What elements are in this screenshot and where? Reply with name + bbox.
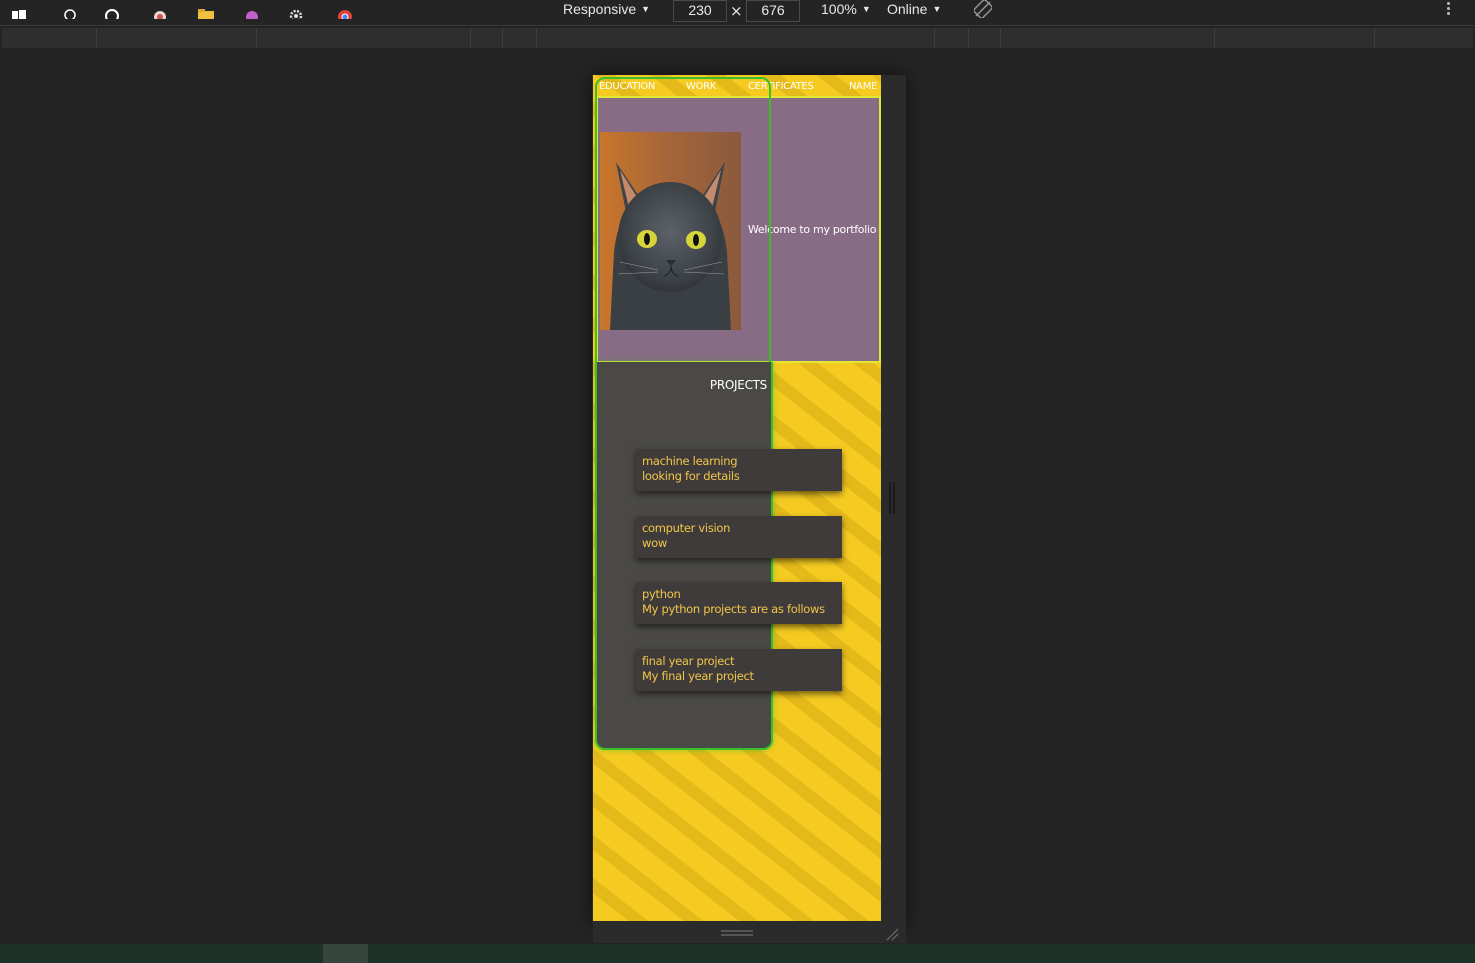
settings-gear-icon[interactable] xyxy=(287,8,305,19)
resize-corner-icon[interactable] xyxy=(885,927,899,941)
media-query-bar xyxy=(2,28,1473,48)
taskbar-active-highlight xyxy=(323,944,368,963)
os-taskbar xyxy=(0,944,1475,963)
devtools-device-toolbar: Responsive ▼ 230 × 676 100% ▼ Online ▼ xyxy=(0,0,1475,26)
viewport-width-input[interactable]: 230 xyxy=(673,0,727,22)
cortana-icon[interactable] xyxy=(103,8,121,19)
media-query-segment[interactable] xyxy=(1001,28,1215,48)
media-query-segment[interactable] xyxy=(1375,28,1473,48)
app-icon[interactable] xyxy=(243,8,261,19)
project-card[interactable]: computer vision wow xyxy=(636,516,842,558)
project-card-title: computer vision xyxy=(642,521,731,535)
project-card-desc: My final year project xyxy=(642,669,754,683)
project-card-desc: wow xyxy=(642,536,667,550)
dimension-separator: × xyxy=(730,2,743,20)
windows-start-icon[interactable] xyxy=(10,8,28,19)
device-select-label: Responsive xyxy=(563,1,637,17)
media-query-segment[interactable] xyxy=(969,28,1001,48)
project-card[interactable]: final year project My final year project xyxy=(636,649,842,691)
media-query-segment[interactable] xyxy=(2,28,97,48)
more-options-icon[interactable] xyxy=(1444,0,1452,18)
search-icon[interactable] xyxy=(61,8,79,19)
project-card[interactable]: machine learning looking for details xyxy=(636,449,842,491)
chevron-down-icon: ▼ xyxy=(641,4,651,14)
project-card-desc: My python projects are as follows xyxy=(642,602,825,616)
device-select[interactable]: Responsive ▼ xyxy=(563,0,650,20)
resize-handle-right[interactable] xyxy=(889,482,895,514)
project-card-title: final year project xyxy=(642,654,735,668)
network-throttle-label: Online xyxy=(887,1,928,17)
media-query-segment[interactable] xyxy=(1215,28,1375,48)
project-card-desc: looking for details xyxy=(642,469,740,483)
resize-handle-bottom[interactable] xyxy=(721,930,753,936)
zoom-select[interactable]: 100% ▼ xyxy=(821,0,871,20)
project-card-title: python xyxy=(642,587,681,601)
media-query-segment[interactable] xyxy=(537,28,935,48)
media-query-segment[interactable] xyxy=(97,28,257,48)
project-card-title: machine learning xyxy=(642,454,738,468)
file-explorer-icon[interactable] xyxy=(197,8,215,19)
page-viewport: Welcome to my portfolio EDUCATION WORK C… xyxy=(593,75,881,921)
media-query-segment[interactable] xyxy=(471,28,503,48)
projects-title: PROJECTS xyxy=(709,378,767,392)
chevron-down-icon: ▼ xyxy=(861,4,871,14)
project-card[interactable]: python My python projects are as follows xyxy=(636,582,842,624)
rotate-icon[interactable] xyxy=(974,0,992,18)
media-query-segment[interactable] xyxy=(503,28,537,48)
viewport-height-input[interactable]: 676 xyxy=(746,0,800,22)
zoom-select-label: 100% xyxy=(821,1,857,17)
app-icon[interactable] xyxy=(151,8,169,19)
nav-link-name[interactable]: NAME xyxy=(849,81,877,92)
network-throttle-select[interactable]: Online ▼ xyxy=(887,0,941,20)
media-query-segment[interactable] xyxy=(935,28,969,48)
chrome-icon[interactable] xyxy=(336,8,354,19)
chevron-down-icon: ▼ xyxy=(932,4,942,14)
media-query-segment[interactable] xyxy=(257,28,471,48)
